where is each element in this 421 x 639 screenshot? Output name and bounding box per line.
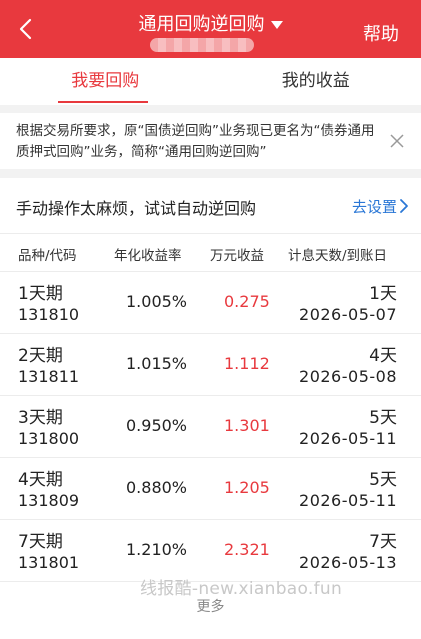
income-per-10k: 1.205 xyxy=(224,478,270,497)
chevron-right-icon[interactable] xyxy=(399,198,409,214)
product-name: 1天期 xyxy=(18,284,63,304)
go-settings-link[interactable]: 去设置 xyxy=(352,196,397,217)
header-income-per-10k: 万元收益 xyxy=(210,248,264,264)
help-button[interactable]: 帮助 xyxy=(363,20,399,46)
product-name: 3天期 xyxy=(18,408,63,428)
page-title-dropdown[interactable]: 通用回购逆回购 xyxy=(0,10,421,36)
arrival-date: 2026-05-11 xyxy=(299,491,397,510)
product-code: 131809 xyxy=(18,491,80,510)
interest-days: 5天 xyxy=(369,408,397,428)
app-header: 通用回购逆回购 帮助 xyxy=(0,0,421,58)
annual-rate: 1.210% xyxy=(126,540,188,559)
main-card: 手动操作太麻烦，试试自动逆回购 去设置 品种/代码 年化收益率 万元收益 计息天… xyxy=(0,178,421,639)
auto-repo-row[interactable]: 手动操作太麻烦，试试自动逆回购 去设置 xyxy=(0,178,421,234)
tab-my-earnings[interactable]: 我的收益 xyxy=(211,58,421,105)
interest-days: 5天 xyxy=(369,470,397,490)
tab-bar: 我要回购 我的收益 xyxy=(0,58,421,105)
interest-days: 4天 xyxy=(369,346,397,366)
product-name: 2天期 xyxy=(18,346,63,366)
annual-rate: 0.950% xyxy=(126,416,188,435)
close-icon[interactable] xyxy=(389,133,405,149)
more-button[interactable]: 更多 xyxy=(0,596,421,616)
arrival-date: 2026-05-07 xyxy=(299,305,397,324)
notice-text: 根据交易所要求，原“国债逆回购”业务现已更名为“债券通用质押式回购”业务，简称“… xyxy=(16,123,375,160)
arrival-date: 2026-05-11 xyxy=(299,429,397,448)
header-days-date: 计息天数/到账日 xyxy=(288,248,388,264)
income-per-10k: 1.301 xyxy=(224,416,270,435)
annual-rate: 1.015% xyxy=(126,354,188,373)
product-code: 131800 xyxy=(18,429,80,448)
table-row[interactable]: 1天期 131810 1.005% 0.275 1天 2026-05-07 xyxy=(0,272,421,334)
table-row[interactable]: 4天期 131809 0.880% 1.205 5天 2026-05-11 xyxy=(0,458,421,520)
table-row[interactable]: 7天期 131801 1.210% 2.321 7天 2026-05-13 xyxy=(0,520,421,582)
product-code: 131811 xyxy=(18,367,80,386)
auto-repo-text: 手动操作太麻烦，试试自动逆回购 xyxy=(16,199,257,218)
product-name: 7天期 xyxy=(18,532,63,552)
product-name: 4天期 xyxy=(18,470,63,490)
interest-days: 1天 xyxy=(369,284,397,304)
table-row[interactable]: 2天期 131811 1.015% 1.112 4天 2026-05-08 xyxy=(0,334,421,396)
header-annual-rate: 年化收益率 xyxy=(114,248,182,264)
arrival-date: 2026-05-13 xyxy=(299,553,397,572)
annual-rate: 1.005% xyxy=(126,292,188,311)
tab-repurchase[interactable]: 我要回购 xyxy=(0,58,211,105)
product-code: 131801 xyxy=(18,553,80,572)
income-per-10k: 1.112 xyxy=(224,354,270,373)
blurred-account xyxy=(150,38,254,52)
watermark-text: 线报酷-new.xianbao.fun xyxy=(140,579,343,599)
page-title: 通用回购逆回购 xyxy=(138,14,265,35)
arrival-date: 2026-05-08 xyxy=(299,367,397,386)
table-row[interactable]: 3天期 131800 0.950% 1.301 5天 2026-05-11 xyxy=(0,396,421,458)
table-header: 品种/代码 年化收益率 万元收益 计息天数/到账日 xyxy=(0,234,421,272)
header-product: 品种/代码 xyxy=(18,248,77,264)
income-per-10k: 2.321 xyxy=(224,540,270,559)
caret-down-icon xyxy=(270,21,283,29)
annual-rate: 0.880% xyxy=(126,478,188,497)
income-per-10k: 0.275 xyxy=(224,292,270,311)
product-code: 131810 xyxy=(18,305,80,324)
interest-days: 7天 xyxy=(369,532,397,552)
notice-banner: 根据交易所要求，原“国债逆回购”业务现已更名为“债券通用质押式回购”业务，简称“… xyxy=(0,113,421,169)
